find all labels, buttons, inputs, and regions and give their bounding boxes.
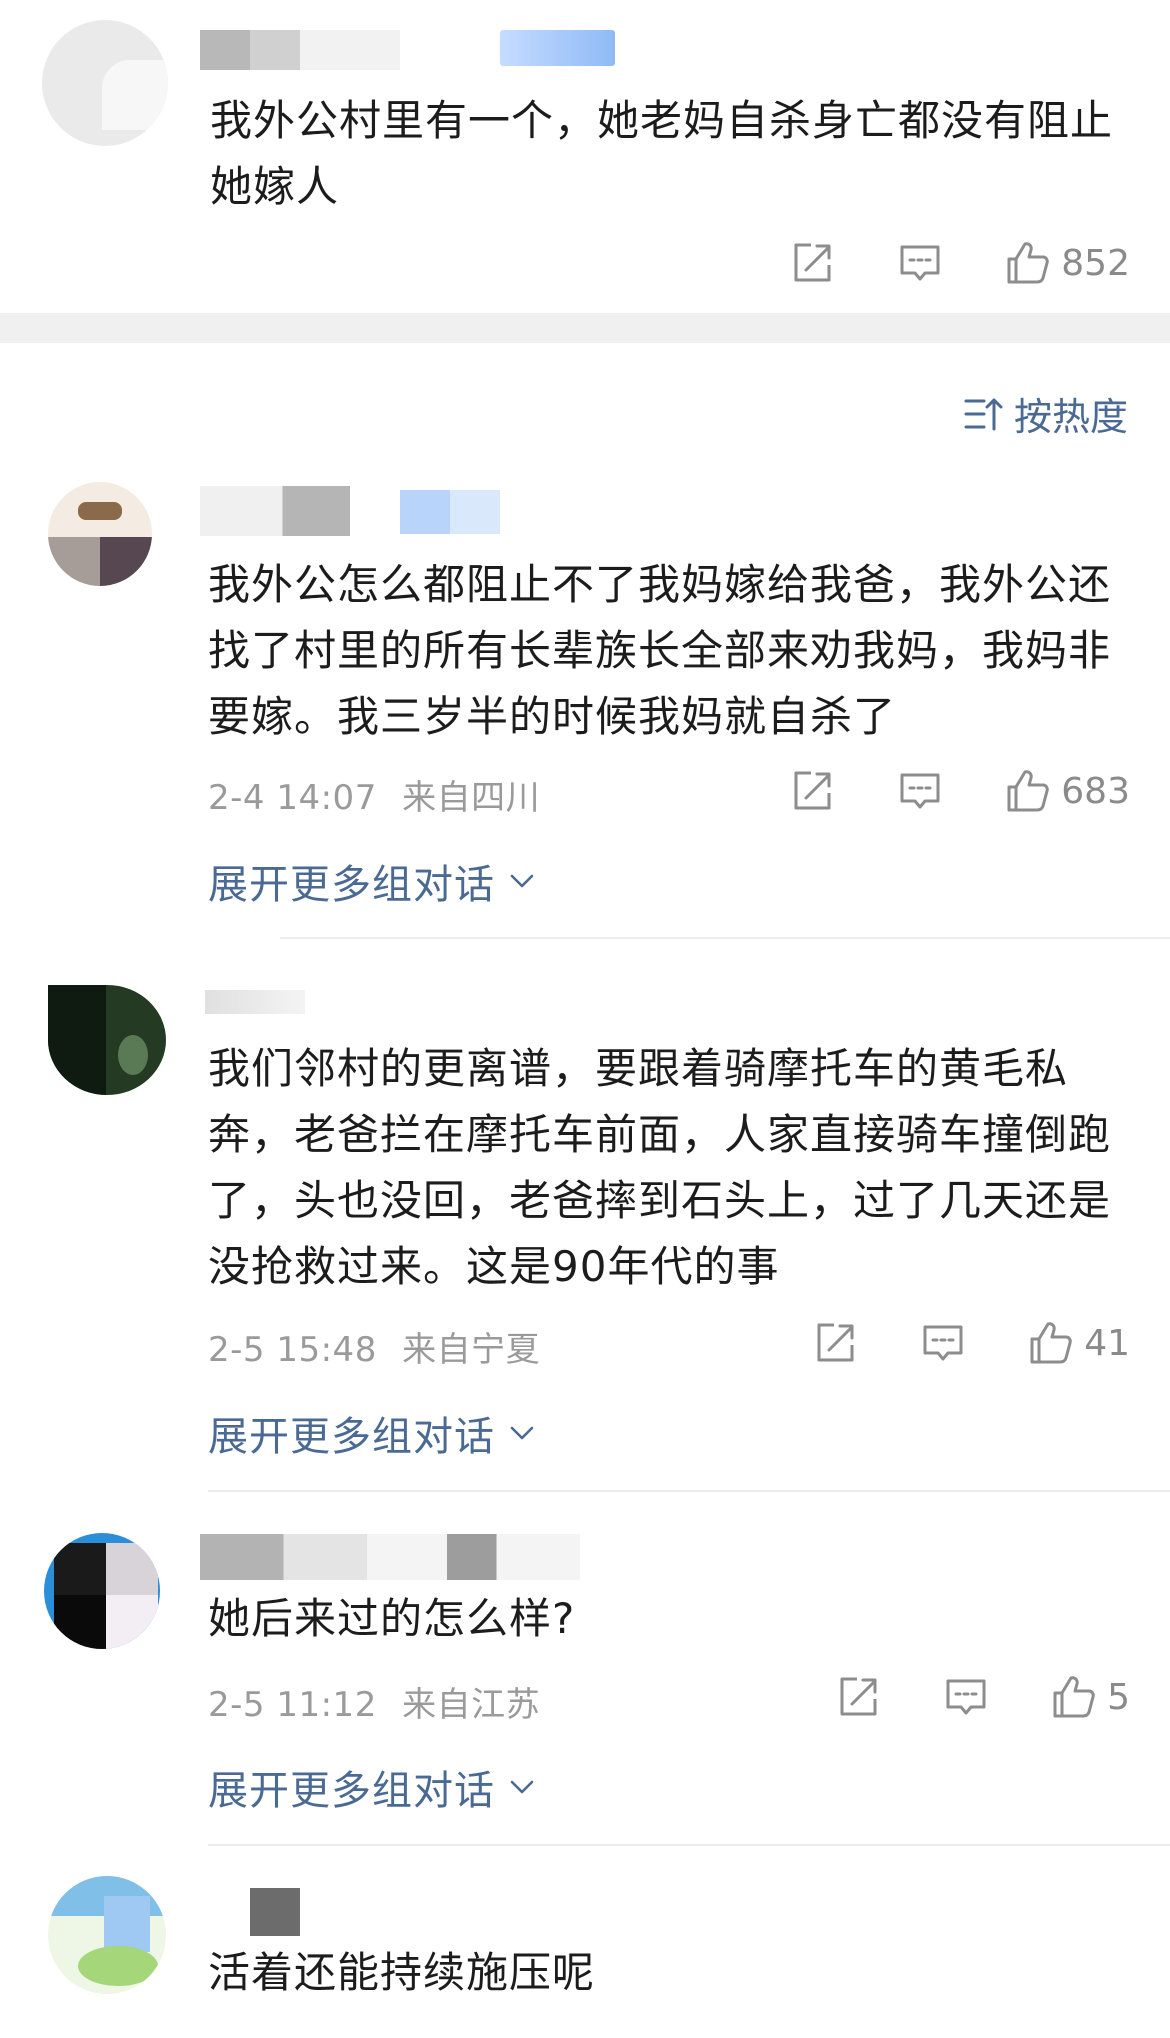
section-separator xyxy=(0,313,1170,343)
chevron-down-icon xyxy=(507,1772,537,1802)
share-icon xyxy=(812,1320,858,1366)
comment-actions: 41 xyxy=(812,1320,1130,1366)
comment-meta: 2-4 14:07 来自四川 xyxy=(208,770,540,819)
sort-by-hot-button[interactable]: 按热度 xyxy=(964,386,1128,441)
expand-label: 展开更多组对话 xyxy=(208,862,495,908)
avatar[interactable] xyxy=(48,482,152,586)
avatar[interactable] xyxy=(44,1533,160,1649)
sort-label: 按热度 xyxy=(1013,395,1128,439)
comment-text: 活着还能持续施压呢 xyxy=(208,1948,596,1997)
username-redacted[interactable] xyxy=(200,30,400,70)
thumbs-up-icon xyxy=(1028,1320,1074,1366)
location: 来自宁夏 xyxy=(402,1330,541,1370)
user-badge-redacted xyxy=(400,490,500,534)
reply-icon xyxy=(897,240,943,286)
share-icon xyxy=(789,240,835,286)
comment-meta: 2-5 11:12 来自江苏 xyxy=(208,1677,540,1726)
avatar[interactable] xyxy=(48,985,166,1095)
expand-label: 展开更多组对话 xyxy=(208,1414,495,1460)
like-count: 683 xyxy=(1061,770,1130,812)
user-badge-redacted xyxy=(500,30,615,66)
comment-text: 我外公怎么都阻止不了我妈嫁给我爸，我外公还找了村里的所有长辈族长全部来劝我妈，我… xyxy=(208,560,1112,741)
timestamp: 2-5 11:12 xyxy=(208,1685,377,1725)
comment-meta: 2-5 15:48 来自宁夏 xyxy=(208,1322,540,1371)
avatar[interactable] xyxy=(48,1876,166,1994)
like-button[interactable]: 852 xyxy=(1005,240,1130,286)
location: 来自四川 xyxy=(402,778,541,818)
comment-text: 她后来过的怎么样? xyxy=(208,1594,576,1643)
comment-actions: 683 xyxy=(789,768,1130,814)
comment-divider xyxy=(208,1844,1170,1846)
expand-conversation-link[interactable]: 展开更多组对话 xyxy=(208,852,537,910)
timestamp: 2-4 14:07 xyxy=(208,778,377,818)
share-button[interactable] xyxy=(835,1674,881,1720)
expand-conversation-link[interactable]: 展开更多组对话 xyxy=(208,1404,537,1462)
location: 来自江苏 xyxy=(402,1685,541,1725)
reply-icon xyxy=(943,1674,989,1720)
reply-icon xyxy=(920,1320,966,1366)
like-button[interactable]: 5 xyxy=(1051,1674,1130,1720)
share-icon xyxy=(789,768,835,814)
timestamp: 2-5 15:48 xyxy=(208,1330,377,1370)
username-redacted[interactable] xyxy=(205,990,305,1014)
reply-button[interactable] xyxy=(897,240,943,286)
thumbs-up-icon xyxy=(1005,768,1051,814)
comment-text: 我们邻村的更离谱，要跟着骑摩托车的黄毛私奔，老爸拦在摩托车前面，人家直接骑车撞倒… xyxy=(208,1044,1112,1291)
share-button[interactable] xyxy=(789,768,835,814)
username-redacted[interactable] xyxy=(200,486,350,536)
chevron-down-icon xyxy=(507,866,537,896)
chevron-down-icon xyxy=(507,1418,537,1448)
comment-divider xyxy=(208,1490,1170,1492)
reply-button[interactable] xyxy=(920,1320,966,1366)
like-button[interactable]: 683 xyxy=(1005,768,1130,814)
like-button[interactable]: 41 xyxy=(1028,1320,1130,1366)
expand-conversation-link[interactable]: 展开更多组对话 xyxy=(208,1758,537,1816)
share-button[interactable] xyxy=(812,1320,858,1366)
reply-button[interactable] xyxy=(943,1674,989,1720)
like-count: 852 xyxy=(1061,242,1130,284)
comment-text: 我外公村里有一个，她老妈自杀身亡都没有阻止她嫁人 xyxy=(210,96,1114,211)
reply-button[interactable] xyxy=(897,768,943,814)
username-redacted[interactable] xyxy=(200,1534,580,1580)
sort-icon xyxy=(964,398,1003,430)
thumbs-up-icon xyxy=(1005,240,1051,286)
comment-actions: 852 xyxy=(789,240,1130,286)
share-icon xyxy=(835,1674,881,1720)
comment-divider xyxy=(280,937,1170,939)
like-count: 41 xyxy=(1084,1322,1130,1364)
expand-label: 展开更多组对话 xyxy=(208,1768,495,1814)
like-count: 5 xyxy=(1107,1676,1130,1718)
thumbs-up-icon xyxy=(1051,1674,1097,1720)
avatar[interactable] xyxy=(42,20,168,146)
username-redacted[interactable] xyxy=(250,1888,300,1936)
comment-actions: 5 xyxy=(835,1674,1130,1720)
share-button[interactable] xyxy=(789,240,835,286)
reply-icon xyxy=(897,768,943,814)
